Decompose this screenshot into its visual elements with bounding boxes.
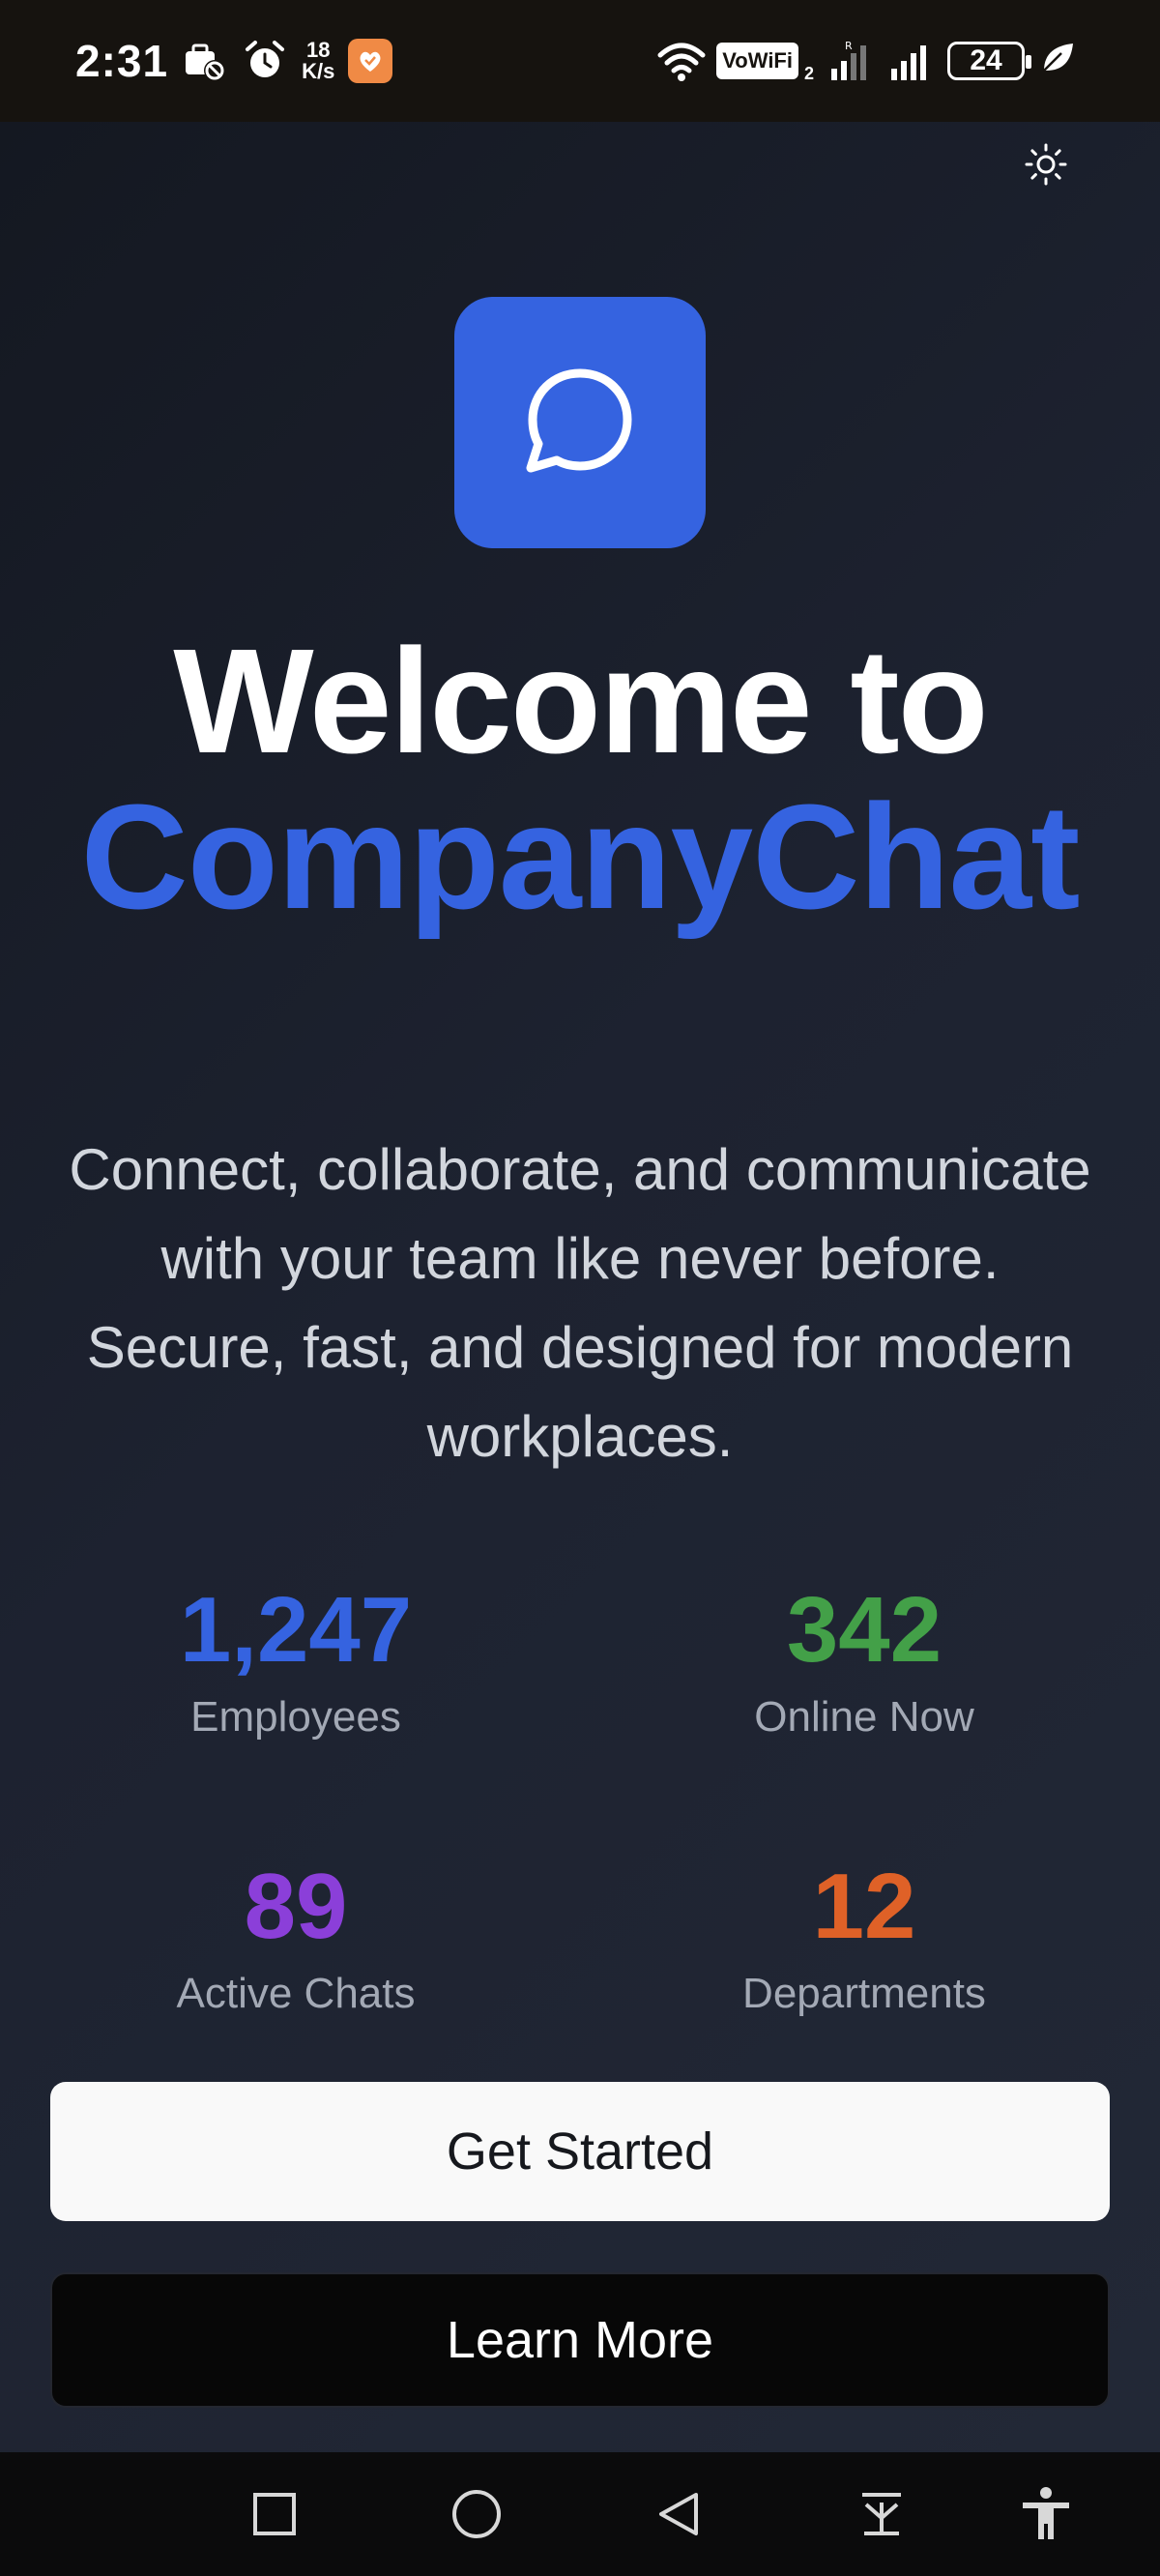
stat-label: Active Chats [176, 1970, 416, 2017]
network-speed-unit: K/s [302, 59, 335, 83]
sun-icon [1025, 143, 1067, 186]
status-bar: 2:31 18 K/s VoWiFi 2 R 24 [0, 0, 1160, 122]
signal-icon [887, 38, 934, 84]
stat-active-chats: 89 Active Chats [6, 1849, 586, 2023]
get-started-button[interactable]: Get Started [50, 2082, 1110, 2221]
brand-name: CompanyChat [80, 774, 1081, 940]
accessibility-icon [1023, 2487, 1069, 2539]
notification-pulldown-button[interactable] [851, 2483, 913, 2545]
theme-toggle-button[interactable] [1017, 135, 1075, 193]
stat-employees: 1,247 Employees [6, 1572, 586, 1746]
back-button[interactable] [648, 2483, 710, 2545]
leaf-icon [1038, 38, 1085, 84]
svg-text:R: R [845, 40, 853, 52]
accessibility-button[interactable] [1015, 2483, 1077, 2545]
stat-value: 89 [244, 1855, 348, 1958]
stat-value: 1,247 [179, 1578, 413, 1682]
recents-button[interactable] [244, 2483, 305, 2545]
vowifi-badge: VoWiFi [716, 43, 798, 79]
network-speed: 18 K/s [302, 40, 334, 82]
status-time: 2:31 [75, 36, 169, 86]
home-button[interactable] [446, 2483, 508, 2545]
system-navigation-bar [0, 2452, 1160, 2576]
stat-online-now: 342 Online Now [574, 1572, 1154, 1746]
heart-app-icon [348, 39, 393, 83]
app-logo [454, 297, 706, 548]
circle-icon [452, 2490, 501, 2538]
pull-down-arrow-icon [862, 2493, 901, 2535]
alarm-icon [242, 38, 288, 84]
stat-value: 342 [786, 1578, 942, 1682]
welcome-screen: Welcome to CompanyChat Connect, collabor… [0, 122, 1160, 2452]
learn-more-button[interactable]: Learn More [50, 2272, 1110, 2408]
welcome-heading: Welcome to [173, 618, 988, 784]
briefcase-off-icon [182, 38, 228, 84]
square-icon [253, 2493, 296, 2535]
stat-label: Employees [190, 1693, 401, 1741]
vowifi-sim-number: 2 [803, 63, 814, 83]
status-bar-left: 2:31 18 K/s [75, 36, 393, 86]
stat-label: Online Now [754, 1693, 974, 1741]
battery-indicator: 24 [947, 42, 1031, 80]
wifi-icon [656, 38, 706, 84]
tagline: Connect, collaborate, and communicate wi… [69, 1137, 1091, 1469]
stat-departments: 12 Departments [574, 1849, 1154, 2023]
chat-bubble-icon [526, 368, 632, 473]
stat-value: 12 [812, 1855, 916, 1958]
signal-roaming-icon: R [827, 38, 874, 84]
stat-label: Departments [742, 1970, 986, 2017]
back-triangle-icon [659, 2493, 698, 2535]
status-bar-right: VoWiFi 2 R 24 [656, 37, 1085, 85]
